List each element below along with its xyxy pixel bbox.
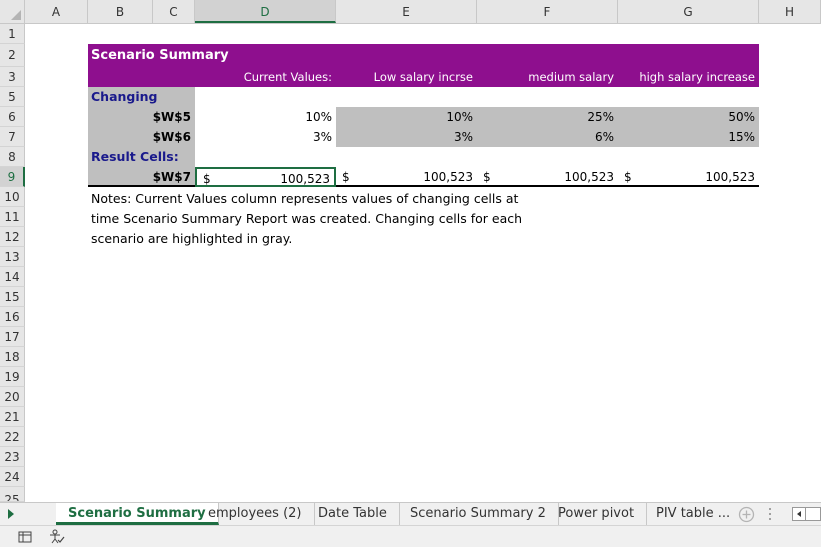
result-value: 100,523 (705, 170, 755, 184)
currency-symbol: $ (203, 172, 211, 186)
tab-power-pivot[interactable]: Power pivot (546, 503, 648, 525)
row-header-8[interactable]: 8 (0, 147, 25, 167)
row-header-14[interactable]: 14 (0, 267, 25, 287)
column-header-d[interactable]: D (195, 0, 336, 23)
medium-result-w7[interactable]: $100,523 (477, 167, 618, 187)
column-header-b[interactable]: B (88, 0, 153, 23)
header-high-salary: high salary increase (618, 67, 759, 87)
column-header-c[interactable]: C (153, 0, 195, 23)
medium-value-w6[interactable]: 6% (477, 127, 618, 147)
result-value: 100,523 (280, 172, 330, 186)
row-header-5[interactable]: 5 (0, 87, 25, 107)
column-header-g[interactable]: G (618, 0, 759, 23)
current-value-w6[interactable]: 3% (195, 127, 336, 147)
row-header-2[interactable]: 2 (0, 44, 25, 67)
result-value: 100,523 (423, 170, 473, 184)
subheader-blank (88, 67, 195, 87)
row-header-10[interactable]: 10 (0, 187, 25, 207)
result-value: 100,523 (564, 170, 614, 184)
high-value-w6[interactable]: 15% (618, 127, 759, 147)
currency-symbol: $ (483, 170, 491, 184)
select-all-corner[interactable] (0, 0, 25, 23)
row-header-15[interactable]: 15 (0, 287, 25, 307)
currency-symbol: $ (624, 170, 632, 184)
changing-cells-label: Changing Cells: (88, 87, 195, 124)
column-header-e[interactable]: E (336, 0, 477, 23)
current-result-w7[interactable]: $100,523 (195, 167, 336, 187)
sheet-icon[interactable] (18, 530, 32, 547)
row-header-22[interactable]: 22 (0, 427, 25, 447)
notes-line: Notes: Current Values column represents … (91, 191, 519, 206)
row-header-20[interactable]: 20 (0, 387, 25, 407)
column-header-a[interactable]: A (25, 0, 88, 23)
row-header-6[interactable]: 6 (0, 107, 25, 127)
plus-circle-icon[interactable] (738, 506, 755, 526)
row-header-18[interactable]: 18 (0, 347, 25, 367)
accessibility-check-icon[interactable] (48, 529, 66, 548)
low-value-w5[interactable]: 10% (336, 107, 477, 127)
currency-symbol: $ (342, 170, 350, 184)
current-value-w5[interactable]: 10% (195, 107, 336, 127)
high-result-w7[interactable]: $100,523 (618, 167, 759, 187)
notes-text: Notes: Current Values column represents … (91, 189, 531, 250)
sheet-tab-bar: Scenario Summary employees (2) Date Tabl… (0, 502, 821, 525)
row-header-23[interactable]: 23 (0, 447, 25, 467)
notes-line: time Scenario Summary Report was created… (91, 211, 523, 227)
tab-scenario-summary[interactable]: Scenario Summary (56, 503, 219, 525)
tab-employees-2[interactable]: employees (2) (196, 503, 315, 525)
status-bar (0, 525, 821, 547)
row-header-13[interactable]: 13 (0, 247, 25, 267)
header-current-values: Current Values: (195, 67, 336, 87)
vertical-dots-icon[interactable] (768, 505, 772, 526)
notes-line: scenario are highlighted in gray. (91, 231, 293, 247)
medium-value-w5[interactable]: 25% (477, 107, 618, 127)
row-header-16[interactable]: 16 (0, 307, 25, 327)
column-header-bar: A B C D E F G H (0, 0, 821, 24)
header-low-salary: Low salary incrse (336, 67, 477, 87)
result-cells-label: Result Cells: (88, 147, 195, 167)
row-header-9[interactable]: 9 (0, 167, 25, 187)
low-value-w6[interactable]: 3% (336, 127, 477, 147)
row-header-1[interactable]: 1 (0, 24, 25, 44)
tab-date-table[interactable]: Date Table (306, 503, 400, 525)
row-header-24[interactable]: 24 (0, 467, 25, 487)
row-header-7[interactable]: 7 (0, 127, 25, 147)
low-result-w7[interactable]: $100,523 (336, 167, 477, 187)
scenario-summary-title: Scenario Summary (88, 44, 759, 67)
row-header-21[interactable]: 21 (0, 407, 25, 427)
row-header-12[interactable]: 12 (0, 227, 25, 247)
ref-w7: $W$7 (88, 167, 195, 187)
row-header-19[interactable]: 19 (0, 367, 25, 387)
row-header-3[interactable]: 3 (0, 67, 25, 87)
tab-piv-table[interactable]: PIV table ... (644, 503, 742, 525)
triangle-right-icon[interactable] (6, 508, 16, 523)
column-header-h[interactable]: H (759, 0, 821, 23)
ref-w6: $W$6 (88, 127, 195, 147)
header-medium-salary: medium salary increase (477, 67, 618, 104)
column-header-f[interactable]: F (477, 0, 618, 23)
arrow-left-icon[interactable] (792, 507, 806, 521)
row-header-17[interactable]: 17 (0, 327, 25, 347)
tab-scenario-summary-2[interactable]: Scenario Summary 2 (398, 503, 559, 525)
high-value-w5[interactable]: 50% (618, 107, 759, 127)
row-header-25[interactable]: 25 (0, 487, 25, 502)
ref-w5: $W$5 (88, 107, 195, 127)
horizontal-scrollbar[interactable] (806, 507, 821, 521)
row-header-11[interactable]: 11 (0, 207, 25, 227)
